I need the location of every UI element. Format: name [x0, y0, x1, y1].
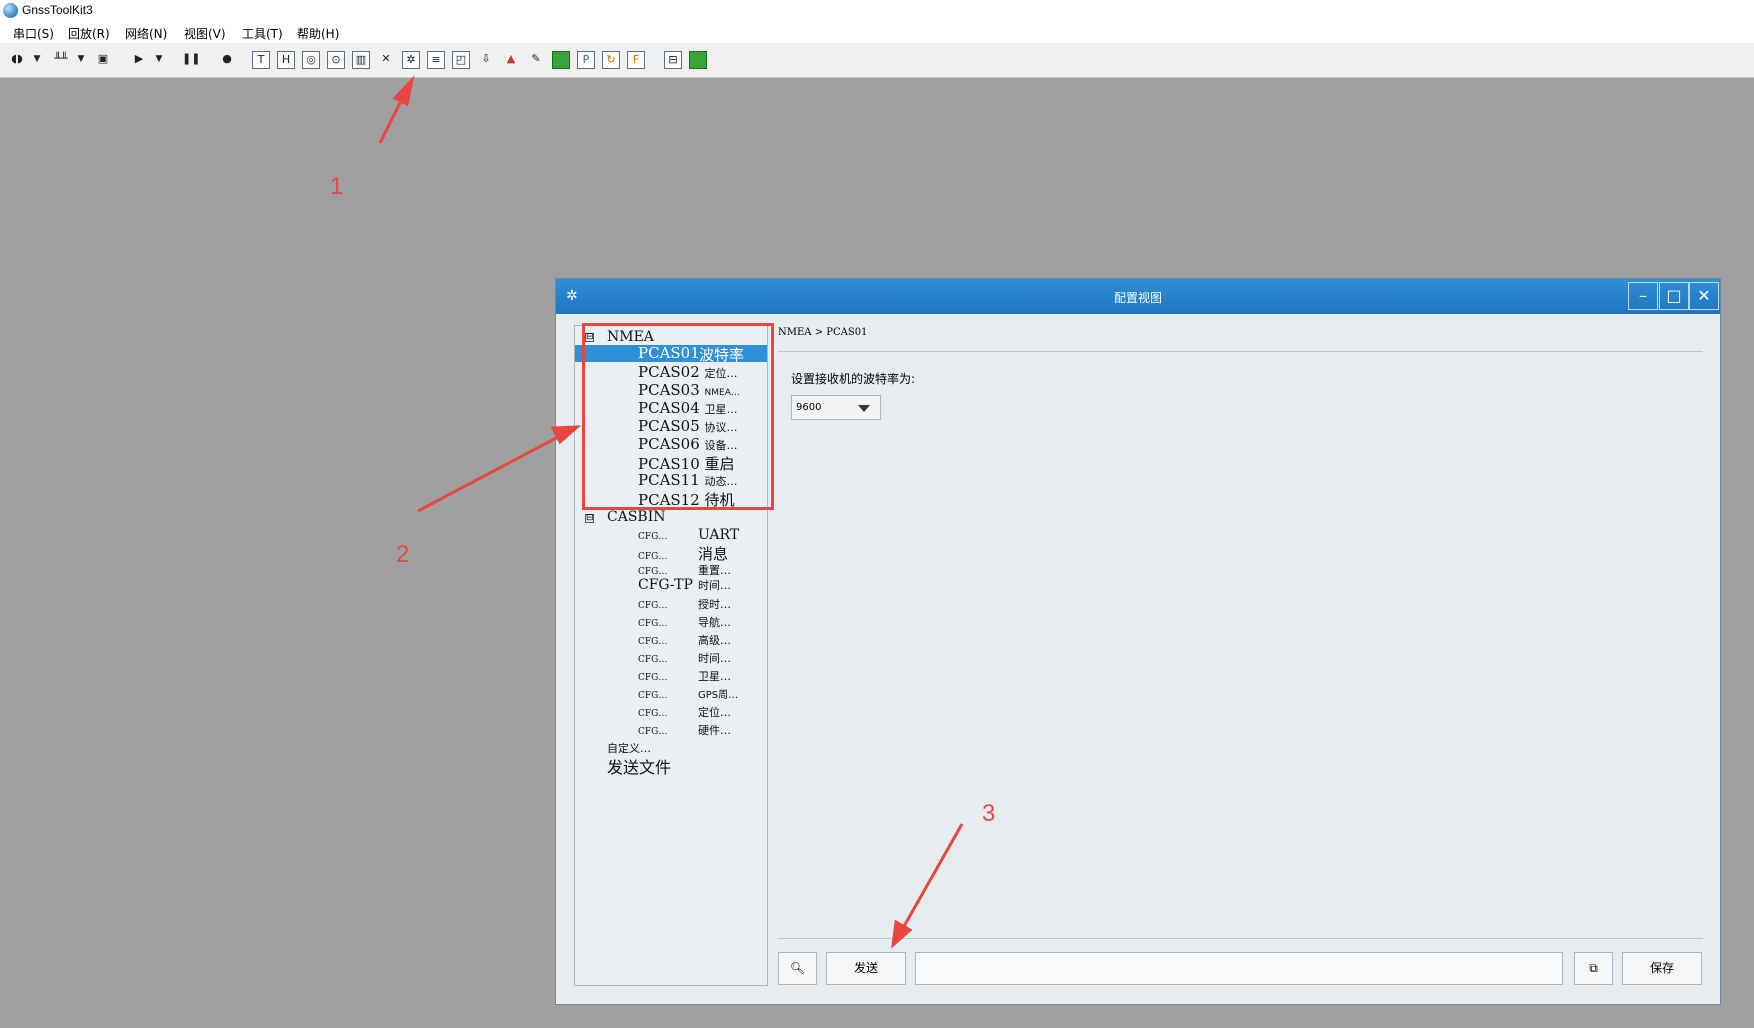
- arrow-1-head: [392, 75, 415, 107]
- annotation-number-3: 3: [982, 800, 996, 827]
- arrow-2-shaft: [417, 434, 561, 513]
- arrow-2-head: [550, 425, 582, 445]
- arrow-3-shaft: [901, 823, 964, 929]
- arrow-3-head: [890, 919, 913, 949]
- annotation-number-2: 2: [396, 541, 410, 568]
- annotation-number-1: 1: [330, 173, 344, 200]
- annotation-arrows: [378, 75, 964, 949]
